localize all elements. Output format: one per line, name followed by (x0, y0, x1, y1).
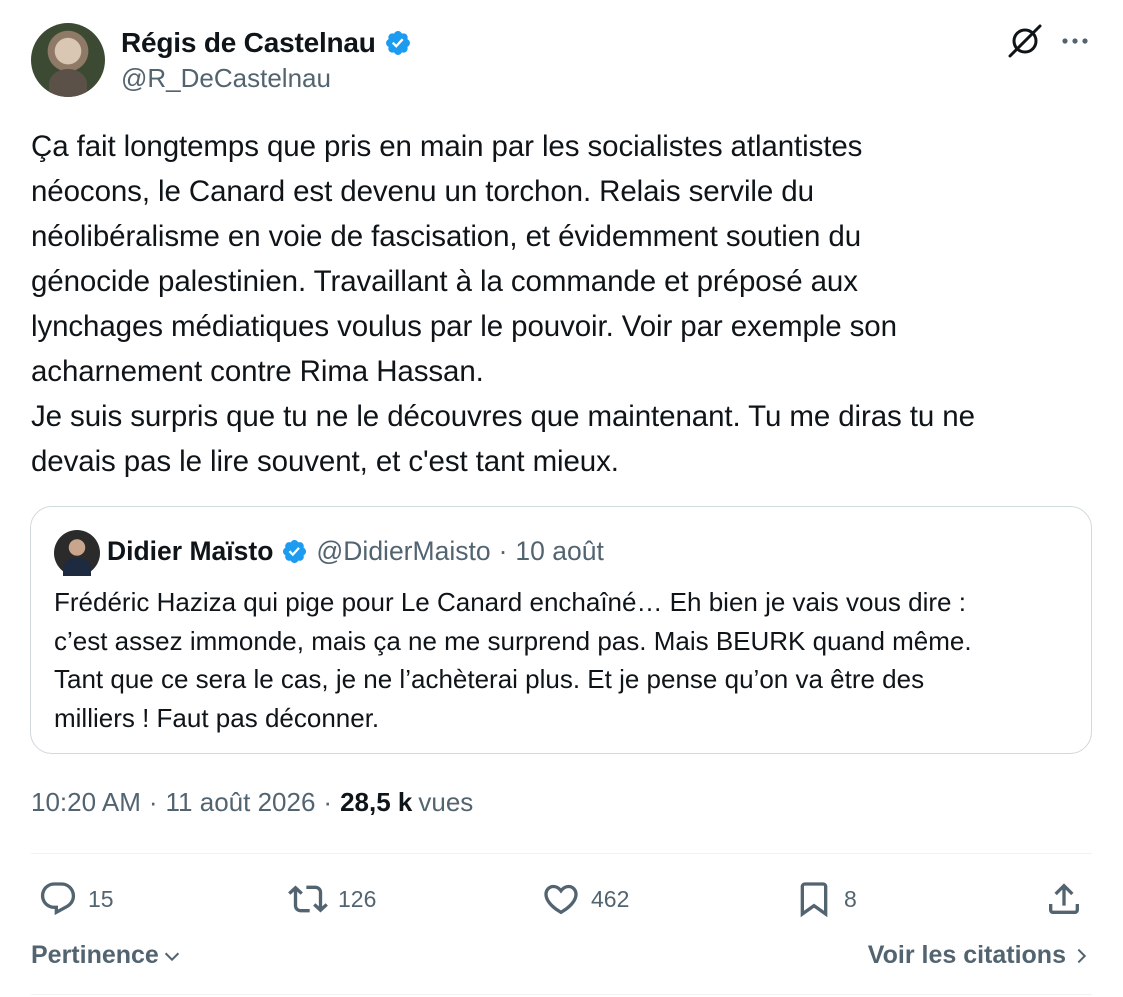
meta-separator: · (148, 787, 158, 817)
views-label: vues (418, 787, 474, 817)
tweet-line: devais pas le lire souvent, et c'est tan… (31, 445, 619, 478)
author-avatar[interactable] (31, 23, 105, 97)
tweet-line: Je suis surpris que tu ne le découvres q… (31, 400, 975, 433)
tweet-line: Ça fait longtemps que pris en main par l… (31, 130, 863, 163)
verified-badge-icon (283, 539, 307, 564)
quoted-line: Frédéric Haziza qui pige pour Le Canard … (54, 587, 966, 617)
repost-icon (288, 885, 328, 913)
view-quotes-label: Voir les citations (867, 941, 1066, 969)
quoted-separator: · (498, 536, 508, 566)
reply-count: 15 (88, 885, 114, 912)
quoted-line: Tant que ce sera le cas, je ne l’achèter… (54, 664, 925, 694)
quoted-tweet-header: Didier Maïsto @DidierMaisto · 10 août (107, 536, 604, 567)
like-icon (544, 884, 578, 915)
quoted-author-name[interactable]: Didier Maïsto (107, 536, 273, 567)
quoted-author-handle[interactable]: @DidierMaisto (316, 536, 490, 567)
reply-button[interactable]: 15 (38, 876, 114, 922)
share-icon (1049, 883, 1079, 914)
tweet-line: néolibéralisme en voie de fascisation, e… (31, 220, 862, 253)
tweet-line: acharnement contre Rima Hassan. (31, 355, 484, 388)
grok-icon[interactable] (1007, 23, 1043, 59)
like-count: 462 (591, 885, 630, 912)
tweet-time[interactable]: 10:20 AM (31, 787, 141, 818)
divider (31, 853, 1092, 854)
like-button[interactable]: 462 (541, 876, 629, 922)
repost-button[interactable]: 126 (288, 876, 376, 922)
tweet-text: Ça fait longtemps que pris en main par l… (31, 124, 1101, 484)
tweet-line: lynchages médiatiques voulus par le pouv… (31, 310, 897, 343)
author-name-row[interactable]: Régis de Castelnau (121, 27, 412, 59)
author-name[interactable]: Régis de Castelnau (121, 27, 376, 59)
divider (31, 994, 1092, 995)
view-quotes-link[interactable]: Voir les citations (868, 941, 1090, 970)
more-icon[interactable] (1058, 28, 1092, 54)
tweet-line: génocide palestinien. Travaillant à la c… (31, 265, 858, 298)
sort-dropdown[interactable]: Pertinence (31, 941, 183, 970)
quoted-tweet-card[interactable]: Didier Maïsto @DidierMaisto · 10 août Fr… (30, 506, 1092, 754)
tweet-meta: 10:20 AM · 11 août 2026 · 28,5 k vues (31, 787, 473, 818)
quoted-line: milliers ! Faut pas déconner. (54, 702, 380, 733)
share-button[interactable] (1044, 876, 1084, 922)
quoted-date[interactable]: 10 août (515, 536, 603, 567)
reply-icon (40, 882, 76, 916)
views-count[interactable]: 28,5 k (340, 787, 412, 818)
sort-label: Pertinence (31, 941, 159, 969)
quoted-tweet-text: Frédéric Haziza qui pige pour Le Canard … (54, 583, 1074, 737)
meta-separator: · (323, 787, 333, 817)
tweet-date[interactable]: 11 août 2026 (166, 787, 316, 818)
quoted-author-avatar[interactable] (54, 530, 100, 576)
bookmark-button[interactable]: 8 (794, 876, 857, 922)
tweet-line: néocons, le Canard est devenu un torchon… (31, 175, 814, 208)
author-handle[interactable]: @R_DeCastelnau (121, 63, 331, 94)
quoted-line: c’est assez immonde, mais ça ne me surpr… (54, 625, 972, 656)
bookmark-count: 8 (844, 885, 857, 912)
bookmark-icon (800, 882, 828, 918)
repost-count: 126 (338, 885, 377, 912)
chevron-down-icon (164, 952, 179, 961)
chevron-right-icon (1077, 948, 1087, 963)
verified-badge-icon (385, 31, 410, 55)
